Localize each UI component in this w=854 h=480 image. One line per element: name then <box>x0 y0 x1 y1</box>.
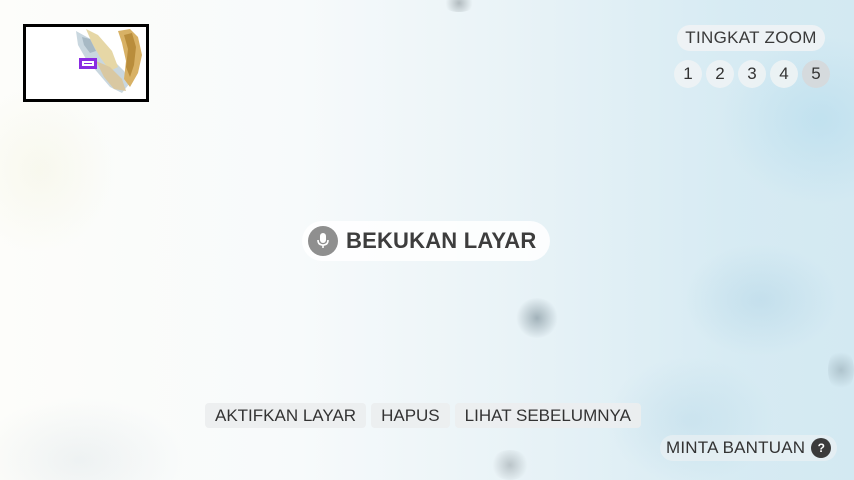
view-previous-button[interactable]: LIHAT SEBELUMNYA <box>454 403 641 428</box>
get-help-button[interactable]: MINTA BANTUAN ? <box>660 435 838 461</box>
freeze-screen-label: BEKUKAN LAYAR <box>346 228 537 253</box>
activate-screen-button[interactable]: AKTIFKAN LAYAR <box>205 403 367 428</box>
background-blot <box>515 298 559 338</box>
background-blot <box>442 0 476 12</box>
minimap[interactable] <box>23 24 149 102</box>
action-toolbar: AKTIFKAN LAYAR HAPUS LIHAT SEBELUMNYA <box>205 403 641 428</box>
zoom-level-1[interactable]: 1 <box>674 60 702 88</box>
delete-button[interactable]: HAPUS <box>371 403 450 428</box>
zoom-level-2[interactable]: 2 <box>706 60 734 88</box>
freeze-screen-button[interactable]: BEKUKAN LAYAR <box>302 221 550 261</box>
background-blot <box>828 348 854 392</box>
zoom-level-title: TINGKAT ZOOM <box>677 25 825 51</box>
zoom-level-3[interactable]: 3 <box>738 60 766 88</box>
zoom-level-selector: 1 2 3 4 5 <box>674 60 830 88</box>
question-mark-icon: ? <box>811 438 832 458</box>
minimap-viewport-marker[interactable] <box>79 58 97 69</box>
zoom-level-5[interactable]: 5 <box>802 60 830 88</box>
mic-icon <box>308 226 338 256</box>
get-help-label: MINTA BANTUAN <box>666 438 806 457</box>
zoom-level-4[interactable]: 4 <box>770 60 798 88</box>
background-blot <box>490 450 530 480</box>
